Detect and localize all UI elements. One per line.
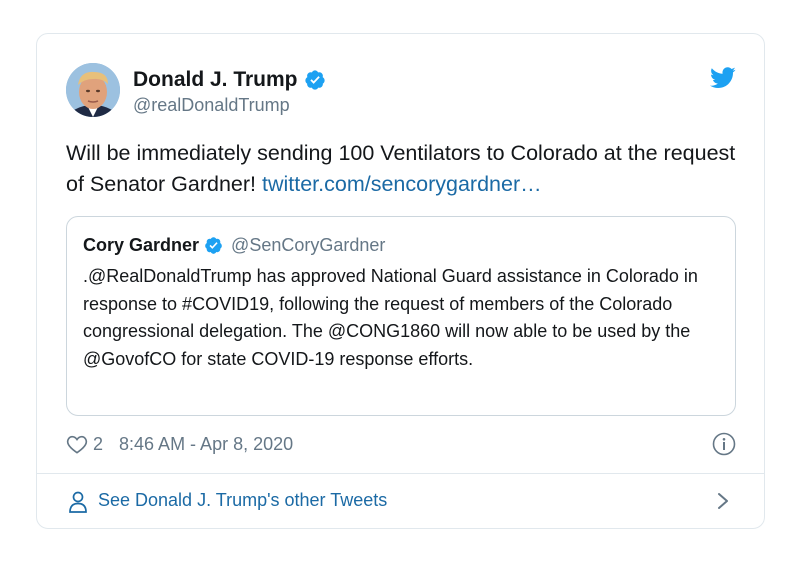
heart-icon[interactable] bbox=[66, 434, 88, 454]
tweet-header: Donald J. Trump @realDonaldTrump bbox=[66, 63, 736, 121]
verified-badge-icon bbox=[304, 70, 325, 90]
quoted-tweet-text: .@RealDonaldTrump has approved National … bbox=[83, 266, 698, 369]
tweet-meta: 2 8:46 AM - Apr 8, 2020 bbox=[66, 430, 736, 458]
see-other-tweets-label[interactable]: See Donald J. Trump's other Tweets bbox=[98, 490, 387, 511]
quoted-tweet-header: Cory Gardner @SenCoryGardner bbox=[83, 233, 385, 257]
author-handle[interactable]: @realDonaldTrump bbox=[133, 95, 326, 116]
quoted-author-name: Cory Gardner bbox=[83, 234, 200, 255]
author-display-name[interactable]: Donald J. Trump bbox=[133, 68, 298, 92]
tweet-timestamp[interactable]: 8:46 AM - Apr 8, 2020 bbox=[119, 434, 293, 455]
twitter-bird-icon[interactable] bbox=[710, 67, 736, 89]
author-names: Donald J. Trump @realDonaldTrump bbox=[133, 65, 326, 116]
tweet-text: Will be immediately sending 100 Ventilat… bbox=[66, 138, 736, 200]
quoted-author-handle: @SenCoryGardner bbox=[231, 234, 386, 255]
embedded-tweet-card: Donald J. Trump @realDonaldTrump Will be… bbox=[36, 33, 765, 529]
avatar[interactable] bbox=[66, 63, 120, 117]
quoted-tweet[interactable]: Cory Gardner @SenCoryGardner .@RealDonal… bbox=[66, 216, 736, 416]
person-icon bbox=[69, 491, 87, 513]
like-count[interactable]: 2 bbox=[93, 434, 103, 455]
info-icon[interactable] bbox=[712, 432, 736, 456]
verified-badge-icon bbox=[205, 236, 222, 254]
tweet-link[interactable]: twitter.com/sencorygardner… bbox=[262, 172, 542, 196]
see-other-tweets-link[interactable]: See Donald J. Trump's other Tweets bbox=[37, 474, 764, 528]
chevron-right-icon[interactable] bbox=[716, 491, 730, 511]
